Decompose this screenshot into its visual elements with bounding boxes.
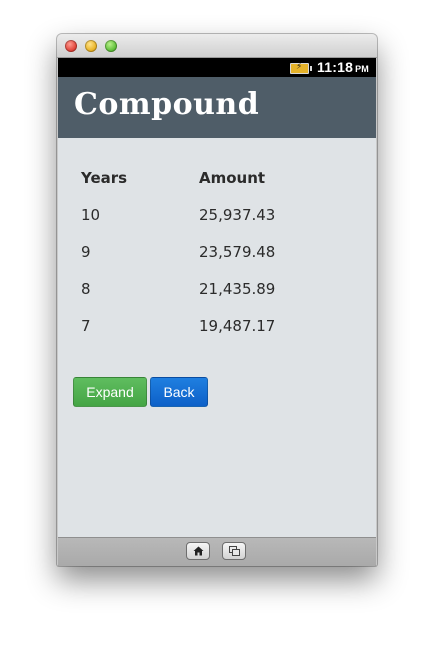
page-title: Compound — [74, 87, 260, 122]
app-view: Compound Years Amount 10 25,937.43 9 23,… — [58, 77, 376, 537]
close-window-button[interactable] — [65, 40, 77, 52]
clock-ampm: PM — [355, 64, 369, 74]
clock-time: 11:18 — [317, 59, 354, 75]
cell-amount: 23,579.48 — [199, 242, 276, 261]
windows-button[interactable] — [222, 542, 246, 560]
table-row: 9 23,579.48 — [81, 233, 339, 270]
column-header-years: Years — [81, 168, 128, 187]
table-header-row: Years Amount — [81, 159, 339, 196]
window-titlebar[interactable] — [57, 34, 377, 58]
status-clock: 11:18 PM — [317, 59, 369, 75]
home-icon — [193, 546, 204, 556]
cell-years: 9 — [81, 242, 91, 261]
charging-bolt-icon: ⚡ — [296, 62, 303, 72]
simulator-window: ⚡ 11:18 PM Compound Years Amount 10 25,9… — [57, 34, 377, 566]
cell-amount: 25,937.43 — [199, 205, 276, 224]
status-bar: ⚡ 11:18 PM — [58, 58, 376, 77]
cell-years: 7 — [81, 316, 91, 335]
device-nav-bar — [58, 537, 376, 566]
back-button[interactable]: Back — [150, 377, 208, 407]
battery-charging-icon: ⚡ — [290, 62, 312, 74]
maximize-window-button[interactable] — [105, 40, 117, 52]
cell-years: 8 — [81, 279, 91, 298]
table-row: 10 25,937.43 — [81, 196, 339, 233]
expand-button[interactable]: Expand — [73, 377, 147, 407]
app-header: Compound — [58, 77, 376, 138]
column-header-amount: Amount — [199, 168, 266, 187]
windows-icon — [229, 546, 240, 556]
device-screen: ⚡ 11:18 PM Compound Years Amount 10 25,9… — [58, 58, 376, 566]
table-row: 8 21,435.89 — [81, 270, 339, 307]
cell-amount: 19,487.17 — [199, 316, 276, 335]
cell-years: 10 — [81, 205, 101, 224]
table-row: 7 19,487.17 — [81, 307, 339, 344]
compound-table: Years Amount 10 25,937.43 9 23,579.48 8 — [81, 159, 339, 344]
minimize-window-button[interactable] — [85, 40, 97, 52]
cell-amount: 21,435.89 — [199, 279, 276, 298]
home-button[interactable] — [186, 542, 210, 560]
